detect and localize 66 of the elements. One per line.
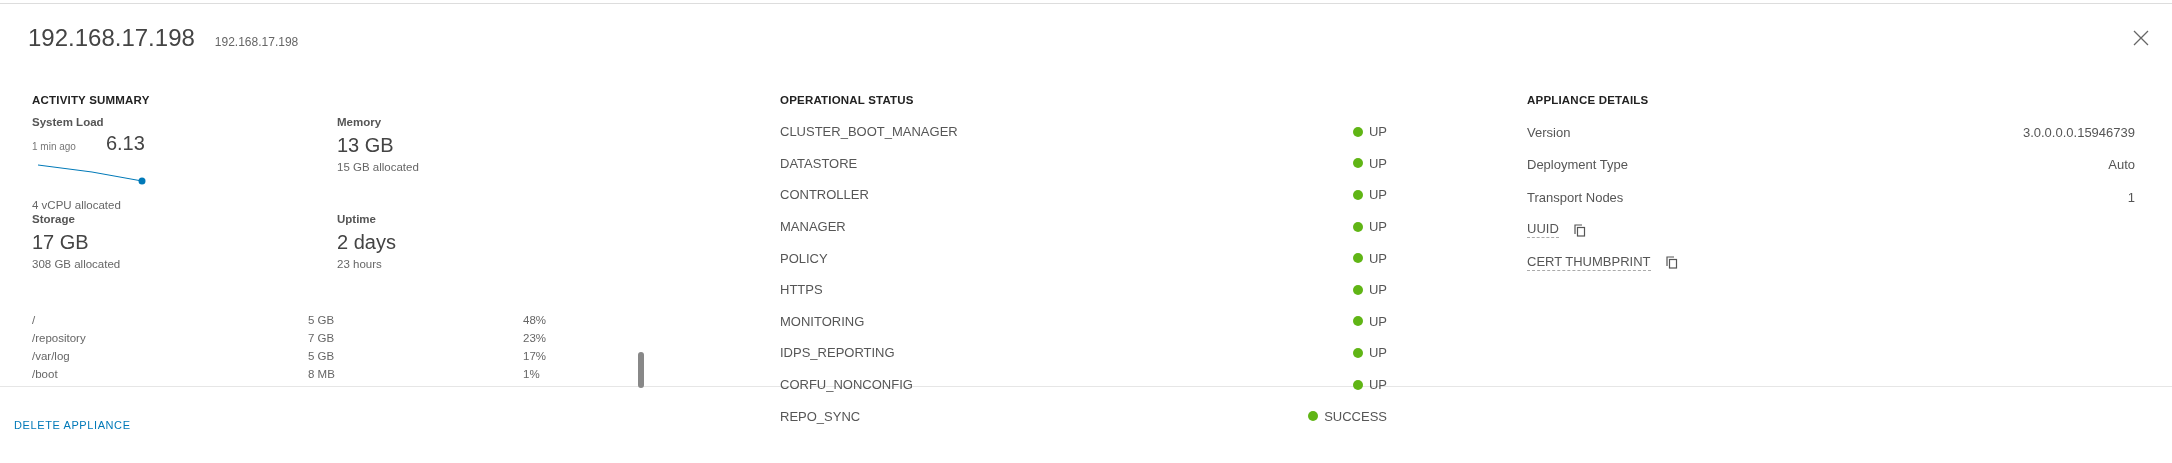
time-label: 1 min ago bbox=[32, 141, 76, 152]
detail-label: Deployment Type bbox=[1527, 157, 1628, 173]
metric-value: 6.13 bbox=[105, 132, 145, 155]
partition-usage: 48% bbox=[523, 314, 548, 326]
partition-size: 7 GB bbox=[308, 332, 336, 344]
copy-icon bbox=[1572, 222, 1587, 237]
service-name: MANAGER bbox=[780, 219, 846, 235]
status-text: UP bbox=[1368, 124, 1387, 140]
detail-label: Transport Nodes bbox=[1527, 189, 1624, 205]
detail-value: 1 bbox=[2127, 189, 2135, 205]
copy-button[interactable] bbox=[1572, 222, 1587, 237]
status-text: UP bbox=[1368, 250, 1387, 266]
status-text: UP bbox=[1368, 377, 1387, 393]
partition-usage: 17% bbox=[523, 350, 548, 362]
status-text: UP bbox=[1368, 345, 1387, 361]
service-name: POLICY bbox=[780, 250, 828, 266]
partition-path: /boot bbox=[32, 368, 59, 380]
status-text: UP bbox=[1368, 155, 1387, 171]
service-name: IDPS_REPORTING bbox=[780, 345, 895, 361]
partition-path: / bbox=[32, 314, 37, 326]
metric-value: 13 GB bbox=[337, 134, 395, 157]
metric-note: 23 hours bbox=[337, 258, 383, 270]
metric-label: System Load bbox=[32, 116, 105, 128]
close-button[interactable] bbox=[2132, 29, 2150, 47]
scrollbar-thumb[interactable] bbox=[638, 352, 644, 388]
partition-size: 8 MB bbox=[308, 368, 336, 380]
detail-label: UUID bbox=[1527, 221, 1559, 239]
delete-appliance-link[interactable]: DELETE APPLIANCE bbox=[14, 419, 131, 431]
service-name: DATASTORE bbox=[780, 155, 858, 171]
service-name: REPO_SYNC bbox=[780, 408, 861, 424]
section-heading: APPLIANCE DETAILS bbox=[1527, 94, 1650, 106]
partition-path: /var/log bbox=[32, 350, 71, 362]
partition-size: 5 GB bbox=[308, 314, 336, 326]
detail-label: CERT THUMBPRINT bbox=[1527, 253, 1651, 271]
metric-label: Memory bbox=[337, 116, 383, 128]
appliance-title: 192.168.17.198 bbox=[28, 24, 195, 52]
status-text: UP bbox=[1368, 187, 1387, 203]
section-heading: OPERATIONAL STATUS bbox=[780, 94, 915, 106]
detail-value: Auto bbox=[2108, 157, 2135, 173]
status-text: UP bbox=[1368, 282, 1387, 298]
service-name: CORFU_NONCONFIG bbox=[780, 377, 913, 393]
partition-usage: 1% bbox=[523, 368, 541, 380]
partition-size: 5 GB bbox=[308, 350, 336, 362]
status-text: SUCCESS bbox=[1324, 408, 1387, 424]
metric-note: 4 vCPU allocated bbox=[32, 199, 122, 211]
appliance-subtitle: 192.168.17.198 bbox=[214, 35, 299, 49]
detail-value: 3.0.0.0.0.15946739 bbox=[2022, 124, 2135, 140]
close-icon bbox=[2132, 29, 2150, 47]
metric-label: Storage bbox=[32, 213, 76, 225]
section-heading: ACTIVITY SUMMARY bbox=[32, 94, 151, 106]
service-name: CONTROLLER bbox=[780, 187, 869, 203]
service-name: CLUSTER_BOOT_MANAGER bbox=[780, 124, 958, 140]
metric-value: 2 days bbox=[337, 231, 397, 254]
partition-usage: 23% bbox=[523, 332, 548, 344]
service-name: MONITORING bbox=[780, 313, 865, 329]
detail-label: Version bbox=[1527, 124, 1571, 140]
copy-icon bbox=[1664, 255, 1679, 270]
status-text: UP bbox=[1368, 219, 1387, 235]
status-text: UP bbox=[1368, 313, 1387, 329]
service-name: HTTPS bbox=[780, 282, 823, 298]
metric-note: 308 GB allocated bbox=[32, 258, 122, 270]
metric-label: Uptime bbox=[337, 213, 377, 225]
partition-path: /repository bbox=[32, 332, 87, 344]
metric-note: 15 GB allocated bbox=[337, 161, 420, 173]
metric-value: 17 GB bbox=[32, 231, 90, 254]
copy-button[interactable] bbox=[1664, 255, 1679, 270]
